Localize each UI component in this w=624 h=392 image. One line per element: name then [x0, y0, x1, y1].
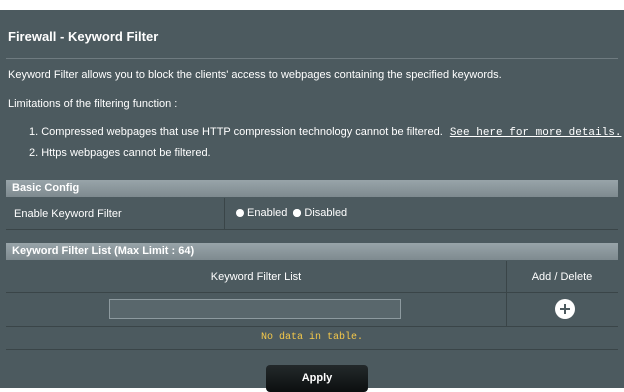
row-divider: [224, 198, 225, 230]
disabled-radio-label[interactable]: Disabled: [304, 207, 347, 219]
keyword-filter-panel: Firewall - Keyword Filter Keyword Filter…: [0, 10, 624, 392]
page-description: Keyword Filter allows you to block the c…: [8, 69, 502, 81]
col-add-delete: Add / Delete: [531, 271, 593, 283]
add-keyword-icon[interactable]: [555, 299, 575, 319]
enable-keyword-filter-row: Enable Keyword Filter Enabled Disabled: [6, 198, 618, 230]
keyword-input-row: [6, 293, 618, 327]
enabled-radio-label[interactable]: Enabled: [247, 207, 287, 219]
col-keyword-filter-list: Keyword Filter List: [210, 271, 302, 283]
enabled-radio[interactable]: [236, 209, 244, 217]
empty-table-row: No data in table.: [6, 327, 618, 350]
enable-keyword-filter-label: Enable Keyword Filter: [14, 208, 122, 220]
limitation-item-2: 2. Https webpages cannot be filtered.: [29, 147, 211, 159]
keyword-list-header: Keyword Filter List (Max Limit : 64): [6, 243, 618, 260]
limitation-item-1: 1. Compressed webpages that use HTTP com…: [29, 126, 621, 139]
limitations-heading: Limitations of the filtering function :: [8, 98, 178, 110]
enable-radio-group: Enabled Disabled: [236, 207, 353, 219]
keyword-input[interactable]: [109, 299, 401, 319]
empty-table-message: No data in table.: [260, 332, 364, 343]
page-title: Firewall - Keyword Filter: [8, 29, 159, 44]
more-details-link[interactable]: See here for more details.: [450, 127, 622, 139]
limitation-1-text: 1. Compressed webpages that use HTTP com…: [29, 126, 443, 138]
column-divider: [506, 293, 507, 326]
basic-config-header: Basic Config: [6, 180, 618, 197]
disabled-radio[interactable]: [293, 209, 302, 217]
title-divider: [6, 58, 618, 59]
keyword-table-header: Keyword Filter List Add / Delete: [6, 261, 618, 293]
